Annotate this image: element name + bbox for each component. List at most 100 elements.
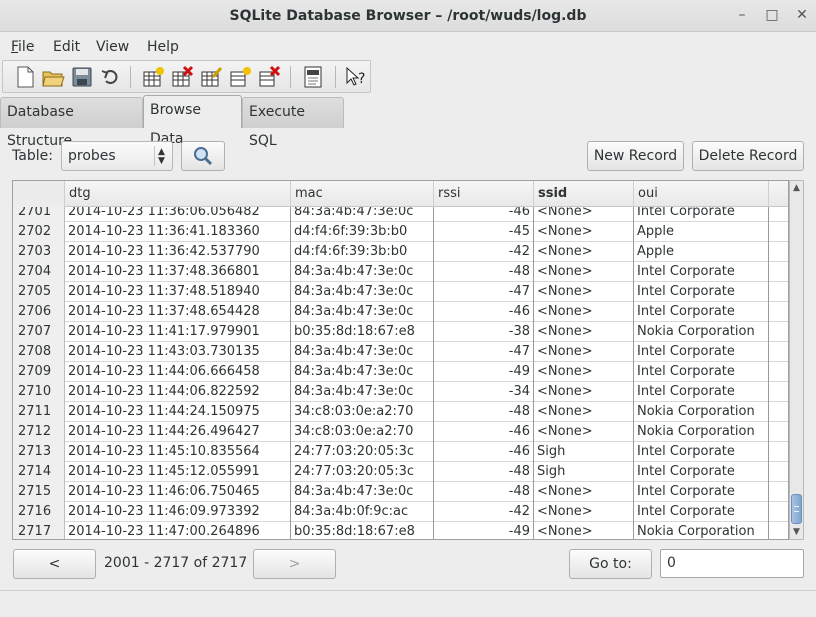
cell-dtg[interactable]: 2014-10-23 11:46:09.973392 (65, 502, 291, 522)
cell-ssid[interactable]: Sigh (534, 442, 634, 462)
cell-rssi[interactable]: -48 (434, 482, 534, 502)
cell-mac[interactable]: 24:77:03:20:05:3c (291, 462, 434, 482)
cell-dtg[interactable]: 2014-10-23 11:43:03.730135 (65, 342, 291, 362)
cell-oui[interactable]: Intel Corporate (634, 282, 769, 302)
cell-ssid[interactable]: <None> (534, 422, 634, 442)
table-row[interactable]: 2710 2014-10-23 11:44:06.822592 84:3a:4b:4… (13, 382, 788, 402)
cell-rssi[interactable]: -34 (434, 382, 534, 402)
cell-rssi[interactable]: -48 (434, 402, 534, 422)
cell-dtg[interactable]: 2014-10-23 11:45:10.835564 (65, 442, 291, 462)
undo-icon[interactable] (99, 65, 123, 89)
delete-table-icon[interactable] (170, 65, 194, 89)
table-row[interactable]: 2712 2014-10-23 11:44:26.496427 34:c8:03:0… (13, 422, 788, 442)
cell-mac[interactable]: 84:3a:4b:47:3e:0c (291, 302, 434, 322)
cell-oui[interactable]: Intel Corporate (634, 362, 769, 382)
cell-ssid[interactable]: <None> (534, 262, 634, 282)
goto-input[interactable]: 0 (660, 549, 804, 578)
table-row[interactable]: 2708 2014-10-23 11:43:03.730135 84:3a:4b:4… (13, 342, 788, 362)
new-database-icon[interactable] (13, 65, 37, 89)
cell-rssi[interactable]: -49 (434, 522, 534, 539)
cell-rssi[interactable]: -47 (434, 282, 534, 302)
cell-mac[interactable]: 84:3a:4b:47:3e:0c (291, 282, 434, 302)
cell-rssi[interactable]: -38 (434, 322, 534, 342)
tab-browse-data[interactable]: Browse Data (143, 95, 242, 147)
column-header-rssi[interactable]: rssi (434, 181, 534, 207)
table-row[interactable]: 2715 2014-10-23 11:46:06.750465 84:3a:4b:4… (13, 482, 788, 502)
row-number[interactable]: 2715 (13, 482, 65, 502)
cell-rssi[interactable]: -46 (434, 422, 534, 442)
cell-rssi[interactable]: -45 (434, 222, 534, 242)
cell-oui[interactable]: Intel Corporate (634, 482, 769, 502)
create-table-icon[interactable] (141, 65, 165, 89)
cell-ssid[interactable]: <None> (534, 482, 634, 502)
column-header-oui[interactable]: oui (634, 181, 769, 207)
next-page-button[interactable]: > (253, 549, 336, 579)
table-row[interactable]: 2717 2014-10-23 11:47:00.264896 b0:35:8d:1… (13, 522, 788, 539)
close-button[interactable]: ✕ (789, 3, 815, 27)
menu-edit[interactable]: Edit (53, 39, 80, 55)
table-row[interactable]: 2714 2014-10-23 11:45:12.055991 24:77:03:2… (13, 462, 788, 482)
minimize-button[interactable]: – (729, 3, 755, 27)
cell-dtg[interactable]: 2014-10-23 11:36:42.537790 (65, 242, 291, 262)
menu-file[interactable]: File (11, 39, 34, 55)
cell-oui[interactable]: Nokia Corporation (634, 322, 769, 342)
cell-mac[interactable]: 84:3a:4b:0f:9c:ac (291, 502, 434, 522)
sql-log-icon[interactable] (301, 65, 325, 89)
menu-view[interactable]: View (96, 39, 129, 55)
cell-ssid[interactable]: <None> (534, 402, 634, 422)
table-row[interactable]: 2702 2014-10-23 11:36:41.183360 d4:f4:6f:3… (13, 222, 788, 242)
cell-dtg[interactable]: 2014-10-23 11:47:00.264896 (65, 522, 291, 539)
row-number[interactable]: 2708 (13, 342, 65, 362)
new-record-button[interactable]: New Record (587, 141, 684, 171)
cell-oui[interactable]: Intel Corporate (634, 302, 769, 322)
scroll-thumb[interactable] (791, 494, 802, 524)
row-number[interactable]: 2713 (13, 442, 65, 462)
cell-rssi[interactable]: -47 (434, 342, 534, 362)
cell-dtg[interactable]: 2014-10-23 11:37:48.366801 (65, 262, 291, 282)
cell-dtg[interactable]: 2014-10-23 11:44:06.822592 (65, 382, 291, 402)
cell-dtg[interactable]: 2014-10-23 11:37:48.654428 (65, 302, 291, 322)
row-number[interactable]: 2710 (13, 382, 65, 402)
cell-ssid[interactable]: Sigh (534, 462, 634, 482)
cell-rssi[interactable]: -48 (434, 462, 534, 482)
row-number[interactable]: 2709 (13, 362, 65, 382)
cell-rssi[interactable]: -49 (434, 362, 534, 382)
cell-ssid[interactable]: <None> (534, 322, 634, 342)
row-number[interactable]: 2707 (13, 322, 65, 342)
row-number[interactable]: 2704 (13, 262, 65, 282)
table-row[interactable]: 2709 2014-10-23 11:44:06.666458 84:3a:4b:4… (13, 362, 788, 382)
goto-button[interactable]: Go to: (569, 549, 652, 579)
cell-mac[interactable]: d4:f4:6f:39:3b:b0 (291, 242, 434, 262)
table-row[interactable]: 2713 2014-10-23 11:45:10.835564 24:77:03:2… (13, 442, 788, 462)
table-row[interactable]: 2706 2014-10-23 11:37:48.654428 84:3a:4b:4… (13, 302, 788, 322)
row-number[interactable]: 2705 (13, 282, 65, 302)
row-number[interactable]: 2712 (13, 422, 65, 442)
cell-rssi[interactable]: -42 (434, 242, 534, 262)
cell-oui[interactable]: Intel Corporate (634, 382, 769, 402)
data-grid[interactable]: 2701 2014-10-23 11:36:06.056482 84:3a:4b:4… (12, 180, 789, 540)
delete-record-button[interactable]: Delete Record (692, 141, 804, 171)
cell-ssid[interactable]: <None> (534, 382, 634, 402)
table-row[interactable]: 2716 2014-10-23 11:46:09.973392 84:3a:4b:0… (13, 502, 788, 522)
cell-mac[interactable]: 84:3a:4b:47:3e:0c (291, 262, 434, 282)
cell-dtg[interactable]: 2014-10-23 11:44:24.150975 (65, 402, 291, 422)
table-row[interactable]: 2711 2014-10-23 11:44:24.150975 34:c8:03:0… (13, 402, 788, 422)
row-number[interactable]: 2716 (13, 502, 65, 522)
row-number[interactable]: 2711 (13, 402, 65, 422)
cell-rssi[interactable]: -48 (434, 262, 534, 282)
cell-dtg[interactable]: 2014-10-23 11:41:17.979901 (65, 322, 291, 342)
cell-mac[interactable]: d4:f4:6f:39:3b:b0 (291, 222, 434, 242)
table-row[interactable]: 2703 2014-10-23 11:36:42.537790 d4:f4:6f:3… (13, 242, 788, 262)
cell-mac[interactable]: 84:3a:4b:47:3e:0c (291, 382, 434, 402)
cell-ssid[interactable]: <None> (534, 222, 634, 242)
cell-ssid[interactable]: <None> (534, 242, 634, 262)
cell-dtg[interactable]: 2014-10-23 11:46:06.750465 (65, 482, 291, 502)
tab-execute-sql[interactable]: Execute SQL (242, 97, 344, 149)
create-index-icon[interactable] (228, 65, 252, 89)
row-number[interactable]: 2717 (13, 522, 65, 539)
row-number[interactable]: 2714 (13, 462, 65, 482)
table-row[interactable]: 2705 2014-10-23 11:37:48.518940 84:3a:4b:4… (13, 282, 788, 302)
cell-dtg[interactable]: 2014-10-23 11:44:26.496427 (65, 422, 291, 442)
cell-mac[interactable]: 24:77:03:20:05:3c (291, 442, 434, 462)
cell-oui[interactable]: Apple (634, 222, 769, 242)
